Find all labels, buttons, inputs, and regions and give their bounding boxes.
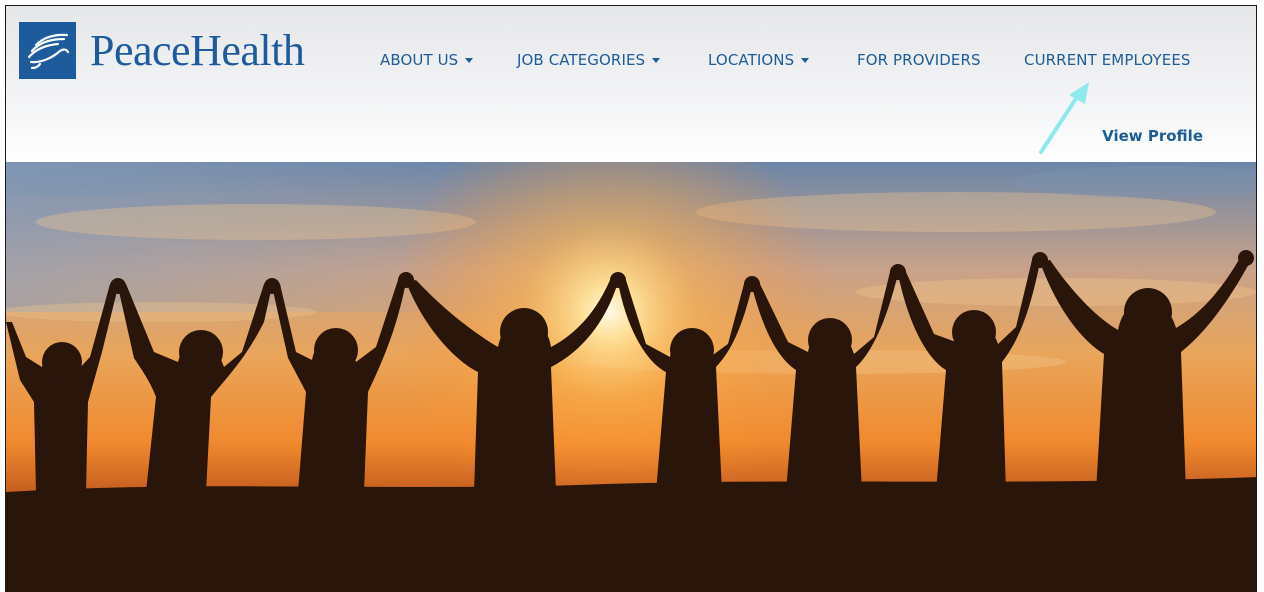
nav-job-categories[interactable]: JOB CATEGORIES <box>517 51 661 69</box>
nav-locations[interactable]: LOCATIONS <box>708 51 810 69</box>
nav-about-us-label: ABOUT US <box>380 51 459 69</box>
annotation-arrow-icon <box>1039 82 1089 154</box>
nav-current-employees[interactable]: CURRENT EMPLOYEES <box>1024 51 1191 69</box>
view-profile-link[interactable]: View Profile <box>1102 127 1203 145</box>
nav-current-employees-label: CURRENT EMPLOYEES <box>1024 51 1191 69</box>
caret-down-icon <box>652 57 661 63</box>
page-frame: PeaceHealth ABOUT US JOB CATEGORIES LOCA… <box>5 5 1257 592</box>
caret-down-icon <box>801 57 810 63</box>
caret-down-icon <box>465 57 474 63</box>
nav-for-providers-label: FOR PROVIDERS <box>857 51 981 69</box>
nav-for-providers[interactable]: FOR PROVIDERS <box>857 51 981 69</box>
nav-locations-label: LOCATIONS <box>708 51 795 69</box>
main-navigation: ABOUT US JOB CATEGORIES LOCATIONS FOR PR… <box>6 51 1256 73</box>
hero-banner-image <box>6 162 1256 592</box>
nav-about-us[interactable]: ABOUT US <box>380 51 474 69</box>
nav-job-categories-label: JOB CATEGORIES <box>517 51 646 69</box>
site-header: PeaceHealth ABOUT US JOB CATEGORIES LOCA… <box>6 6 1256 162</box>
